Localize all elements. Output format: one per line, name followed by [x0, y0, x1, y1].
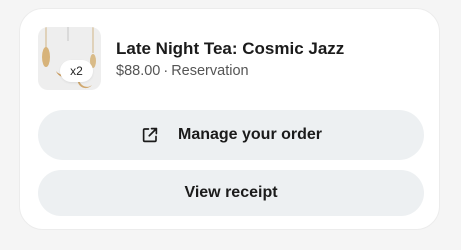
manage-order-button[interactable]: Manage your order: [38, 110, 424, 160]
order-price: $88.00: [116, 63, 161, 79]
manage-order-label: Manage your order: [177, 126, 323, 143]
order-meta: $88.00 · Reservation: [116, 63, 249, 79]
order-type: Reservation: [171, 63, 249, 79]
meta-separator: ·: [163, 63, 169, 79]
quantity-badge: x2: [60, 60, 93, 82]
view-receipt-label: View receipt: [184, 184, 278, 201]
view-receipt-button[interactable]: View receipt: [38, 170, 424, 216]
event-title: Late Night Tea: Cosmic Jazz: [116, 39, 345, 58]
event-thumbnail: x2: [38, 27, 101, 90]
external-link-icon: [142, 127, 158, 143]
order-card: x2 Late Night Tea: Cosmic Jazz $88.00 · Re…: [19, 8, 440, 230]
